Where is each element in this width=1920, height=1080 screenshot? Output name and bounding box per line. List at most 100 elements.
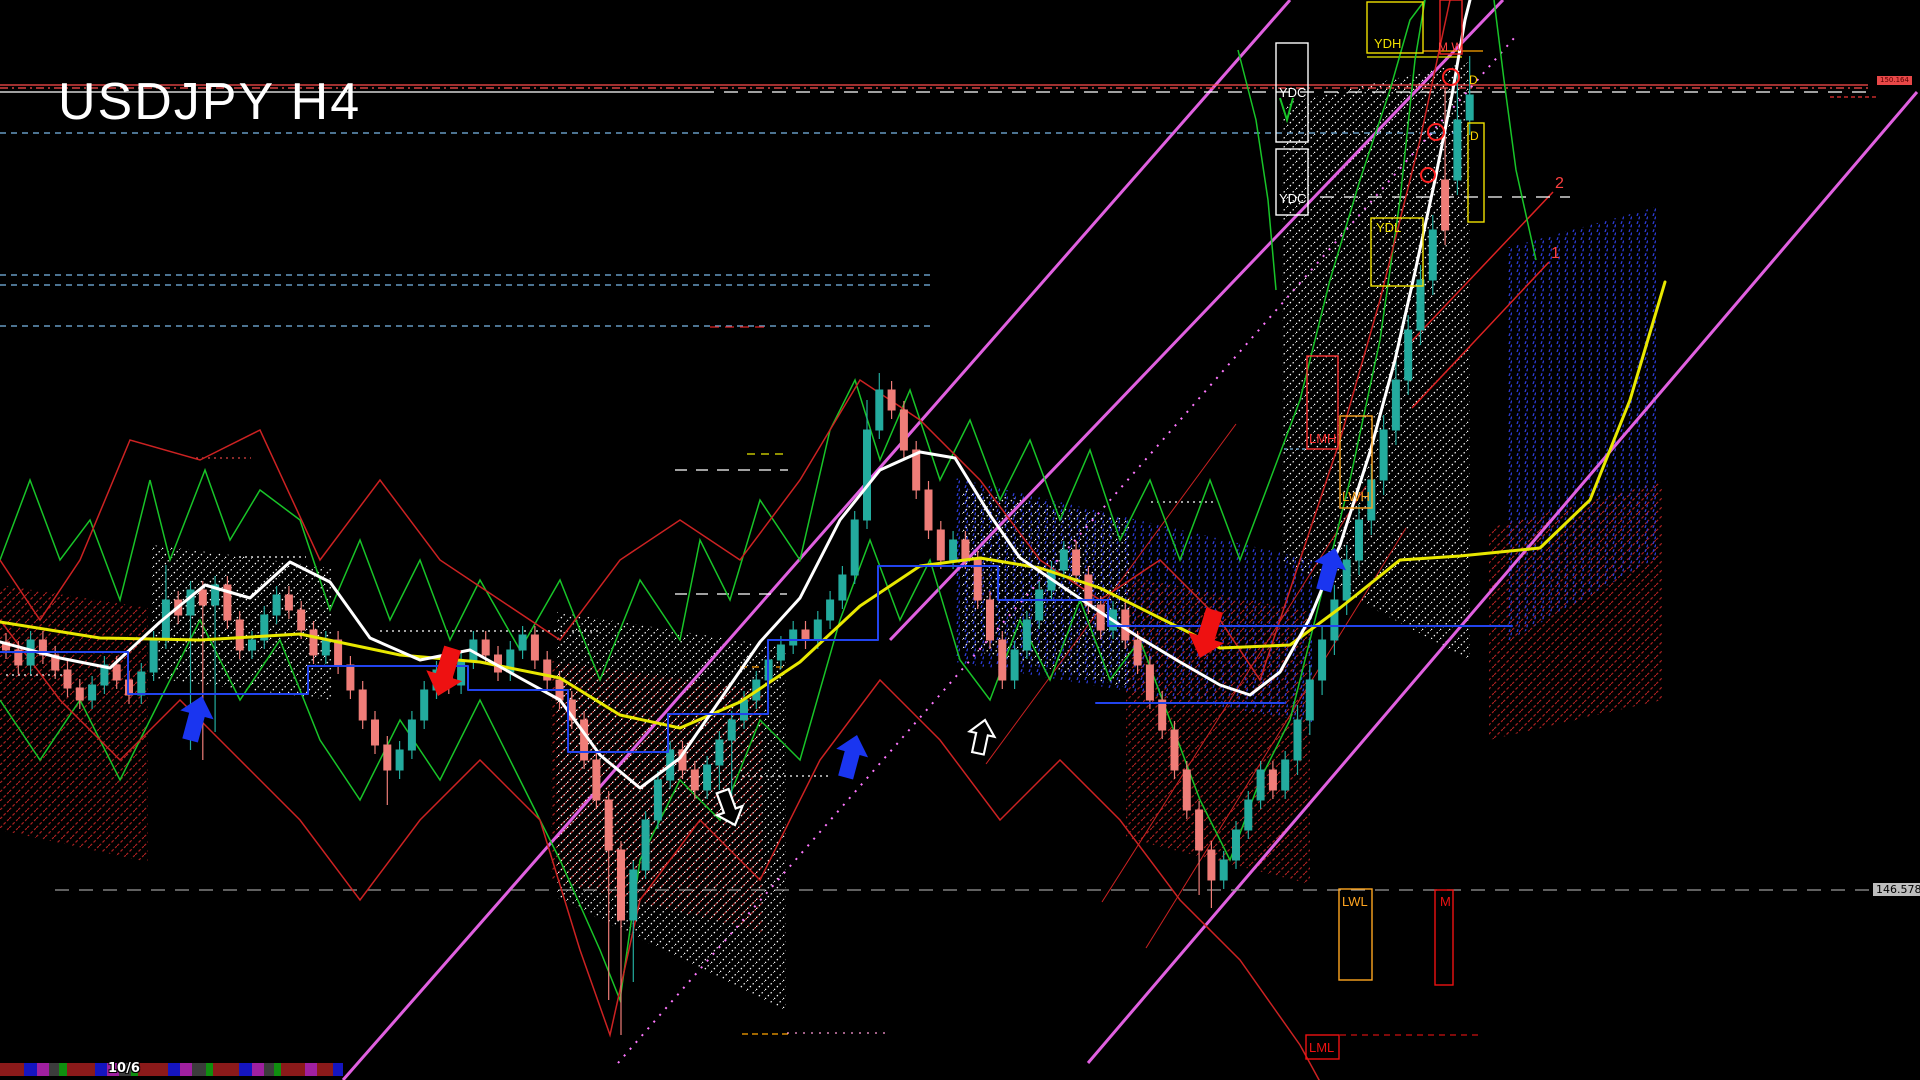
- timeline-block: [0, 1063, 24, 1076]
- candle-body: [359, 690, 366, 720]
- candle-body: [421, 690, 428, 720]
- candle-body: [876, 390, 883, 430]
- white-up-arrow: [965, 717, 997, 756]
- candle-body: [1282, 760, 1289, 790]
- timeline-block: [180, 1063, 192, 1076]
- candle-body: [851, 520, 858, 575]
- timeline-block: [95, 1063, 107, 1076]
- symbol-title: USDJPY H4: [58, 72, 361, 132]
- candle-body: [384, 745, 391, 770]
- candle-body: [888, 390, 895, 410]
- candle-body: [716, 740, 723, 765]
- candle-body: [1429, 230, 1436, 280]
- candle-body: [962, 540, 969, 560]
- annotation-text: D: [1470, 129, 1479, 143]
- candle-body: [1134, 640, 1141, 665]
- timeline-block: [317, 1063, 333, 1076]
- candle-body: [1319, 640, 1326, 680]
- candle-body: [691, 770, 698, 790]
- candle-body: [605, 800, 612, 850]
- lmh-label: LMH: [1309, 431, 1336, 446]
- candle-body: [199, 590, 206, 605]
- candle-body: [1417, 280, 1424, 330]
- candle-body: [1245, 800, 1252, 830]
- m-label: M: [1440, 894, 1451, 909]
- candle-body: [1466, 95, 1473, 120]
- chart-window: YDHYDCYDCYDLLMHLWHLWLMLMLM WDD21 USDJPY …: [0, 0, 1920, 1080]
- candle-body: [1036, 590, 1043, 620]
- candle-body: [89, 685, 96, 700]
- candle-body: [1073, 550, 1080, 575]
- candle-body: [741, 700, 748, 720]
- candle-body: [1220, 860, 1227, 880]
- date-label: 10/6: [108, 1061, 140, 1076]
- candle-body: [1306, 680, 1313, 720]
- timeline-block: [252, 1063, 264, 1076]
- candle-body: [1233, 830, 1240, 860]
- ydc-label: YDC: [1279, 191, 1306, 206]
- candle-body: [581, 720, 588, 760]
- candle-body: [987, 600, 994, 640]
- price-chart-canvas[interactable]: YDHYDCYDCYDLLMHLWHLWLMLMLM WDD21: [0, 0, 1920, 1080]
- candle-body: [1405, 330, 1412, 380]
- candle-body: [1159, 700, 1166, 730]
- candle-body: [1011, 650, 1018, 680]
- timeline-block: [281, 1063, 305, 1076]
- candle-body: [1097, 605, 1104, 630]
- candle-body: [1257, 770, 1264, 800]
- timeline-block: [239, 1063, 252, 1076]
- candle-body: [298, 610, 305, 630]
- candle-body: [482, 640, 489, 655]
- candle-body: [642, 820, 649, 870]
- candle-body: [347, 665, 354, 690]
- candle-body: [777, 645, 784, 660]
- candle-body: [925, 490, 932, 530]
- candle-body: [864, 430, 871, 520]
- candle-body: [113, 665, 120, 680]
- timeline-block: [264, 1063, 274, 1076]
- candle-body: [654, 780, 661, 820]
- candle-body: [630, 870, 637, 920]
- candle-body: [937, 530, 944, 560]
- candle-body: [827, 600, 834, 620]
- timeline-strip: [0, 1063, 343, 1076]
- ydh-label: YDH: [1374, 36, 1401, 51]
- lwl-label: LWL: [1342, 894, 1368, 909]
- timeline-block: [24, 1063, 37, 1076]
- candle-body: [1023, 620, 1030, 650]
- candle-body: [1392, 380, 1399, 430]
- timeline-block: [138, 1063, 168, 1076]
- white-hatch-cloud: [557, 612, 786, 1012]
- candle-body: [310, 630, 317, 655]
- candle-body: [64, 670, 71, 688]
- candle-body: [1183, 770, 1190, 810]
- candle-body: [704, 765, 711, 790]
- timeline-block: [274, 1063, 281, 1076]
- lml-label: LML: [1309, 1040, 1334, 1055]
- timeline-block: [213, 1063, 239, 1076]
- candle-body: [1196, 810, 1203, 850]
- timeline-block: [59, 1063, 67, 1076]
- candle-body: [1146, 665, 1153, 700]
- candle-body: [372, 720, 379, 745]
- candle-body: [1331, 600, 1338, 640]
- candle-body: [618, 850, 625, 920]
- candle-body: [531, 635, 538, 660]
- timeline-block: [168, 1063, 180, 1076]
- annotation-text: M W: [1438, 40, 1463, 54]
- candle-body: [1294, 720, 1301, 760]
- annotation-text: D: [1469, 73, 1478, 87]
- ydl-label: YDL: [1376, 220, 1401, 235]
- timeline-block: [49, 1063, 59, 1076]
- zigzag-green-right-1: [1238, 50, 1276, 290]
- timeline-block: [192, 1063, 206, 1076]
- candle-body: [950, 540, 957, 560]
- candle-body: [1269, 770, 1276, 790]
- timeline-block: [206, 1063, 213, 1076]
- candle-body: [814, 620, 821, 640]
- candle-body: [273, 595, 280, 615]
- candle-body: [322, 640, 329, 655]
- zigzag-green-right-2: [1494, 0, 1536, 260]
- candle-body: [408, 720, 415, 750]
- candle-body: [1343, 560, 1350, 600]
